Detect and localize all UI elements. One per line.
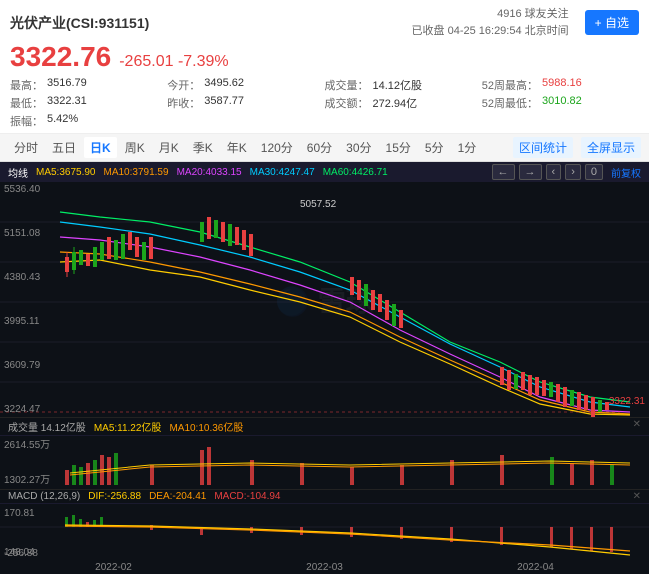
svg-text:5057.52: 5057.52 (300, 199, 337, 210)
y-label-1: 5536.40 (4, 184, 40, 195)
tab-dayk[interactable]: 日K (84, 137, 117, 158)
y-label-6: 3224.47 (4, 404, 40, 415)
macd-dea: DEA:-204.41 (149, 491, 206, 502)
nav-prev-btn[interactable]: ‹ (546, 164, 562, 180)
chart-container: 均线 MA5:3675.90 MA10:3791.59 MA20:4033.15… (0, 162, 649, 574)
tab-zhouk[interactable]: 周K (119, 137, 151, 158)
ma-label-ma10: MA10:3791.59 (104, 167, 169, 178)
macd-label: MACD (12,26,9) (8, 491, 80, 502)
followers-info: 4916 球友关注 已收盘 04-25 16:29:54 北京时间 (412, 6, 569, 39)
vol-ma5: MA5:11.22亿股 (94, 419, 162, 434)
tab-120[interactable]: 120分 (255, 137, 299, 158)
tab-jik[interactable]: 季K (187, 137, 219, 158)
main-price: 3322.76 (10, 41, 111, 73)
vol-close-btn[interactable]: ✕ (633, 419, 641, 434)
tab-5[interactable]: 5分 (419, 137, 450, 158)
volume-svg (0, 435, 649, 490)
y-label-2: 5151.08 (4, 228, 40, 239)
tab-15[interactable]: 15分 (380, 137, 417, 158)
macd-svg (0, 507, 649, 562)
macd-val: MACD:-104.94 (214, 491, 280, 502)
main-chart: 5536.40 5151.08 4380.43 3995.11 3609.79 … (0, 182, 649, 417)
price-change: -265.01 -7.39% (119, 53, 228, 71)
tab-interval-stats[interactable]: 区间统计 (513, 137, 573, 158)
y-label-3: 4380.43 (4, 272, 40, 283)
add-watchlist-label: + 自选 (595, 14, 629, 31)
y-label-5: 3609.79 (4, 360, 40, 371)
vol-label: 成交量 14.12亿股 (8, 419, 86, 434)
ma-label-ma5: MA5:3675.90 (36, 167, 96, 178)
followers-count: 4916 球友关注 (412, 6, 569, 23)
nav-next-btn[interactable]: › (565, 164, 581, 180)
macd-close-btn[interactable]: ✕ (633, 491, 641, 502)
stock-stats: 最高：3516.79 今开：3495.62 成交量：14.12亿股 52周最高：… (10, 77, 639, 129)
nav-zero-btn[interactable]: 0 (585, 164, 603, 180)
add-watchlist-button[interactable]: + 自选 (585, 10, 639, 35)
nav-left-btn[interactable]: ← (492, 164, 515, 180)
tab-yuek[interactable]: 月K (153, 137, 185, 158)
macd-dif: DIF:-256.88 (88, 491, 141, 502)
tab-wuri[interactable]: 五日 (46, 137, 82, 158)
ma-label-ma20: MA20:4033.15 (177, 167, 242, 178)
x-label-2: 2022-03 (306, 562, 343, 573)
restore-label[interactable]: 前复权 (611, 165, 641, 180)
ma-label-ma30: MA30:4247.47 (250, 167, 315, 178)
tab-1[interactable]: 1分 (452, 137, 483, 158)
x-label-1: 2022-02 (95, 562, 132, 573)
stock-title: 光伏产业(CSI:931151) (10, 13, 149, 33)
ma-label-junshu: 均线 (8, 165, 28, 180)
tab-60[interactable]: 60分 (301, 137, 338, 158)
macd-chart: MACD (12,26,9) DIF:-256.88 DEA:-204.41 M… (0, 489, 649, 561)
tab-30[interactable]: 30分 (340, 137, 377, 158)
vol-ma10: MA10:10.36亿股 (169, 419, 243, 434)
tab-niank[interactable]: 年K (221, 137, 253, 158)
x-label-3: 2022-04 (517, 562, 554, 573)
nav-right-btn[interactable]: → (519, 164, 542, 180)
chart-tabs: 分时 五日 日K 周K 月K 季K 年K 120分 60分 30分 15分 5分… (0, 134, 649, 162)
stock-header: 光伏产业(CSI:931151) 4916 球友关注 已收盘 04-25 16:… (0, 0, 649, 134)
y-label-4: 3995.11 (4, 316, 40, 327)
tab-fullscreen[interactable]: 全屏显示 (581, 137, 641, 158)
volume-chart: 成交量 14.12亿股 MA5:11.22亿股 MA10:10.36亿股 ✕ 2… (0, 417, 649, 489)
tab-fenshi[interactable]: 分时 (8, 137, 44, 158)
kline-svg: 5057.52 (0, 182, 649, 417)
ma-label-ma60: MA60:4426.71 (323, 167, 388, 178)
market-time: 已收盘 04-25 16:29:54 北京时间 (412, 23, 569, 40)
y-label-current: 3322.31 (609, 396, 645, 407)
x-axis-labels: 2022-02 2022-03 2022-04 (0, 561, 649, 574)
